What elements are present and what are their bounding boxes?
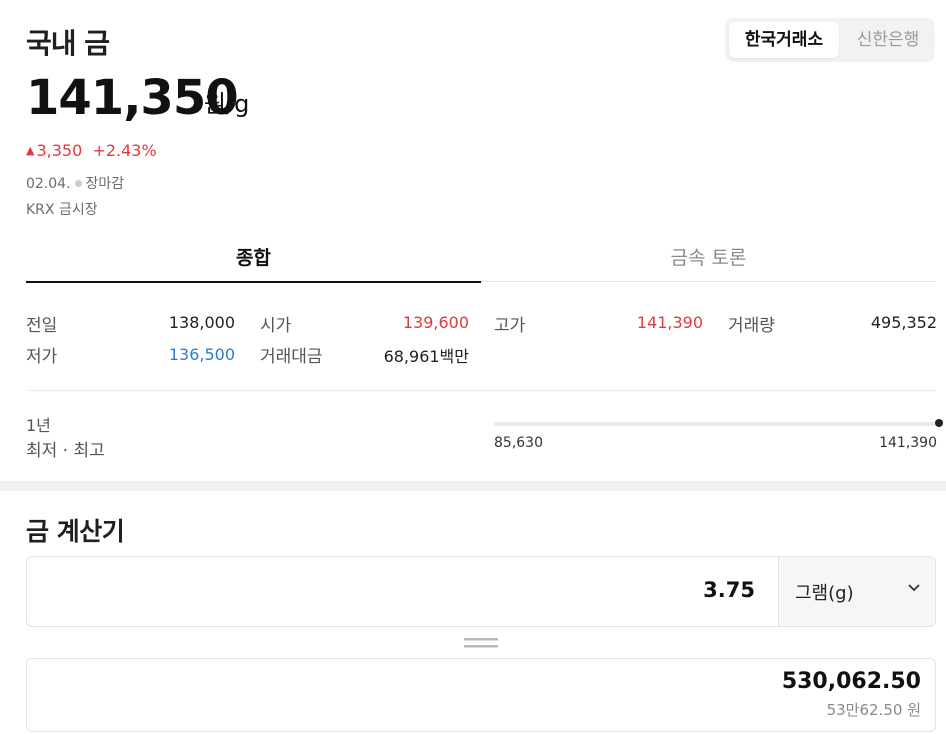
stat-label-high: 고가 bbox=[494, 316, 526, 336]
up-triangle-icon: ▲ bbox=[26, 144, 35, 157]
calculated-amount-korean: 53만62.50 원 bbox=[826, 701, 921, 719]
price-unit: 원/g bbox=[204, 90, 250, 118]
range-min: 85,630 bbox=[494, 435, 543, 451]
stat-value-volume: 495,352 bbox=[870, 313, 937, 332]
section-divider bbox=[26, 390, 936, 391]
tab-discussion[interactable]: 금속 토론 bbox=[481, 243, 936, 282]
stat-value-low: 136,500 bbox=[168, 345, 235, 364]
equals-icon bbox=[464, 638, 498, 648]
stat-label-open: 시가 bbox=[260, 316, 292, 336]
unit-select-label: 그램(g) bbox=[795, 583, 854, 604]
stat-label-turnover: 거래대금 bbox=[260, 347, 323, 367]
exchange-toggle: 한국거래소 신한은행 bbox=[725, 18, 935, 62]
stat-label-volume: 거래량 bbox=[728, 316, 775, 336]
stat-label-low: 저가 bbox=[26, 347, 58, 367]
stat-value-prev-close: 138,000 bbox=[168, 313, 235, 332]
status-dot-icon bbox=[74, 180, 82, 187]
toggle-shinhan[interactable]: 신한은행 bbox=[843, 22, 933, 58]
tab-summary[interactable]: 종합 bbox=[26, 243, 481, 283]
page-title: 국내 금 bbox=[26, 27, 110, 60]
section-separator bbox=[0, 481, 946, 491]
quantity-input[interactable] bbox=[453, 577, 757, 603]
range-max: 141,390 bbox=[879, 435, 937, 451]
change-amount: 3,350 bbox=[36, 141, 83, 160]
unit-select[interactable]: 그램(g) bbox=[778, 557, 935, 626]
toggle-krx[interactable]: 한국거래소 bbox=[729, 22, 839, 58]
quote-meta: 02.04. 장마감 bbox=[26, 173, 124, 193]
calculated-amount: 530,062.50 bbox=[781, 669, 921, 694]
stat-value-high: 141,390 bbox=[636, 313, 703, 332]
market-name: KRX 금시장 bbox=[26, 202, 98, 218]
stat-value-turnover: 68,961백만 bbox=[383, 347, 469, 366]
range-label: 최저 · 최고 bbox=[26, 441, 105, 461]
range-period: 1년 bbox=[26, 416, 51, 435]
range-bar bbox=[494, 422, 937, 426]
market-status: 장마감 bbox=[85, 176, 125, 192]
calculator-title: 금 계산기 bbox=[26, 517, 125, 546]
price-change: ▲ 3,350 +2.43% bbox=[26, 141, 157, 160]
range-current-marker bbox=[935, 419, 943, 427]
result-box: 530,062.50 53만62.50 원 bbox=[26, 658, 936, 732]
change-percent: +2.43% bbox=[92, 141, 157, 160]
quantity-input-box: 그램(g) bbox=[26, 556, 936, 627]
stat-value-open: 139,600 bbox=[402, 313, 469, 332]
stat-label-prev-close: 전일 bbox=[26, 316, 58, 336]
chevron-down-icon bbox=[908, 584, 920, 592]
quote-date: 02.04. bbox=[26, 176, 71, 192]
